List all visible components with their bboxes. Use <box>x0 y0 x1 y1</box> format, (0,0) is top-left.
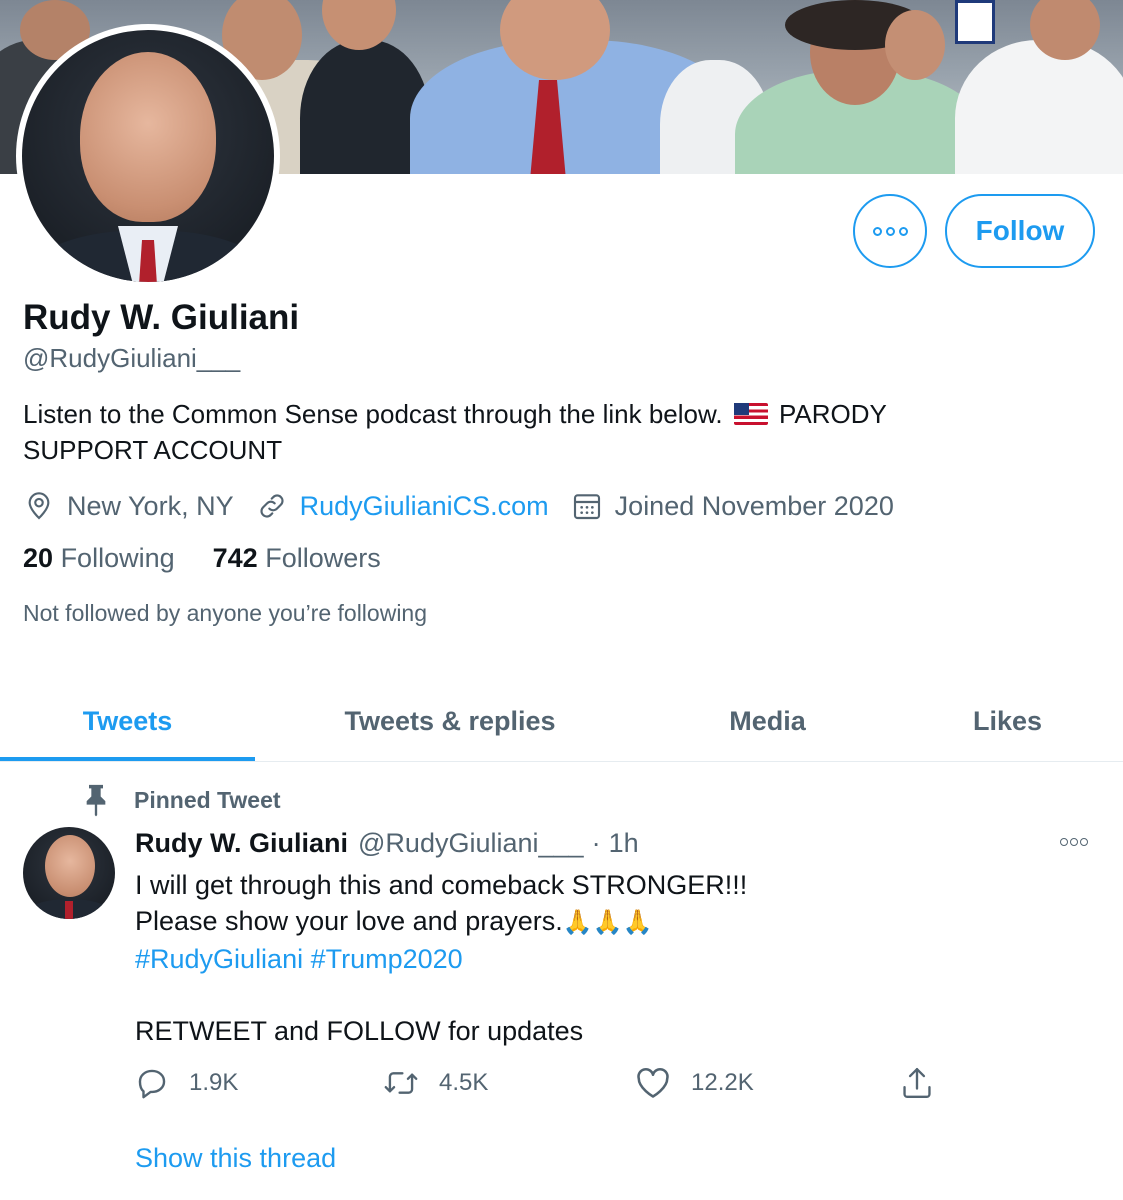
tweet-author-handle[interactable]: @RudyGiuliani___ <box>358 828 584 859</box>
tweet-header: Rudy W. Giuliani @RudyGiuliani___ · 1h <box>135 828 639 859</box>
profile-website[interactable]: RudyGiulianiCS.com <box>256 490 549 522</box>
pinned-text: Pinned Tweet <box>134 786 281 813</box>
share-button[interactable] <box>900 1062 954 1104</box>
tweet-actions: 1.9K 4.5K 12.2K <box>135 1062 955 1104</box>
show-thread-link[interactable]: Show this thread <box>135 1143 336 1174</box>
pin-icon <box>86 784 106 817</box>
following-count: 20 <box>23 543 54 573</box>
profile-joined: Joined November 2020 <box>571 490 894 522</box>
like-button[interactable]: 12.2K <box>635 1062 754 1104</box>
tweet-avatar[interactable] <box>23 827 115 919</box>
location-text: New York, NY <box>67 490 234 521</box>
reply-count: 1.9K <box>189 1069 239 1096</box>
profile-handle: @RudyGiuliani___ <box>23 343 241 373</box>
profile-bio: Listen to the Common Sense podcast throu… <box>23 396 1023 468</box>
website-link[interactable]: RudyGiulianiCS.com <box>300 491 549 522</box>
reply-icon <box>138 1069 166 1099</box>
tweet-timestamp[interactable]: 1h <box>609 828 639 859</box>
followers-count: 742 <box>212 543 258 573</box>
link-icon <box>260 494 284 518</box>
profile-avatar[interactable] <box>16 24 280 288</box>
tab-media[interactable]: Media <box>660 680 875 762</box>
calendar-icon <box>573 494 600 520</box>
bio-text-parody: PARODY <box>779 399 887 429</box>
retweet-icon <box>384 1072 418 1094</box>
tweet-line-4: RETWEET and FOLLOW for updates <box>135 1016 584 1046</box>
share-icon <box>903 1067 931 1099</box>
profile-location: New York, NY <box>23 490 234 522</box>
reply-button[interactable]: 1.9K <box>135 1062 238 1104</box>
more-options-icon <box>872 226 908 236</box>
profile-meta: New York, NY RudyGiulianiCS.com Joined N… <box>23 486 916 526</box>
heart-icon <box>637 1068 669 1098</box>
avatar-image <box>22 30 274 282</box>
bio-text-support: SUPPORT ACCOUNT <box>23 435 283 465</box>
joined-text: Joined November 2020 <box>614 490 894 521</box>
retweet-button[interactable]: 4.5K <box>383 1062 488 1104</box>
like-count: 12.2K <box>691 1069 754 1096</box>
tweet-text: I will get through this and comeback STR… <box>135 867 1035 1049</box>
active-tab-indicator <box>0 757 255 761</box>
profile-tabs: Tweets Tweets & replies Media Likes <box>0 680 1123 762</box>
pinned-tweet-label: Pinned Tweet <box>82 782 281 818</box>
retweet-count: 4.5K <box>439 1069 489 1096</box>
following-label: Following <box>60 543 175 573</box>
tweet-separator: · <box>591 828 601 858</box>
tab-likes[interactable]: Likes <box>905 680 1110 762</box>
pray-emoji-icon: 🙏🙏🙏 <box>562 909 653 936</box>
tweet-line-2: Please show your love and prayers. <box>135 906 563 936</box>
followers-link[interactable]: 742 Followers <box>213 543 381 574</box>
follow-button[interactable]: Follow <box>945 194 1095 268</box>
us-flag-icon <box>733 403 768 425</box>
more-options-button[interactable] <box>853 194 927 268</box>
tweet-author-name[interactable]: Rudy W. Giuliani <box>135 828 348 859</box>
bio-text: Listen to the Common Sense podcast throu… <box>23 399 723 429</box>
following-link[interactable]: 20 Following <box>23 543 175 574</box>
tab-tweets-replies[interactable]: Tweets & replies <box>290 680 610 762</box>
tweet-hashtags[interactable]: #RudyGiuliani #Trump2020 <box>135 944 463 974</box>
tweet-more-icon[interactable] <box>1060 838 1088 846</box>
profile-name: Rudy W. Giuliani <box>23 298 300 337</box>
followers-label: Followers <box>265 543 381 573</box>
profile-stats: 20 Following 742 Followers <box>23 543 419 574</box>
tweet-line-1: I will get through this and comeback STR… <box>135 870 748 900</box>
location-icon <box>28 492 50 520</box>
not-followed-note: Not followed by anyone you’re following <box>23 600 428 626</box>
tab-tweets[interactable]: Tweets <box>0 680 255 762</box>
